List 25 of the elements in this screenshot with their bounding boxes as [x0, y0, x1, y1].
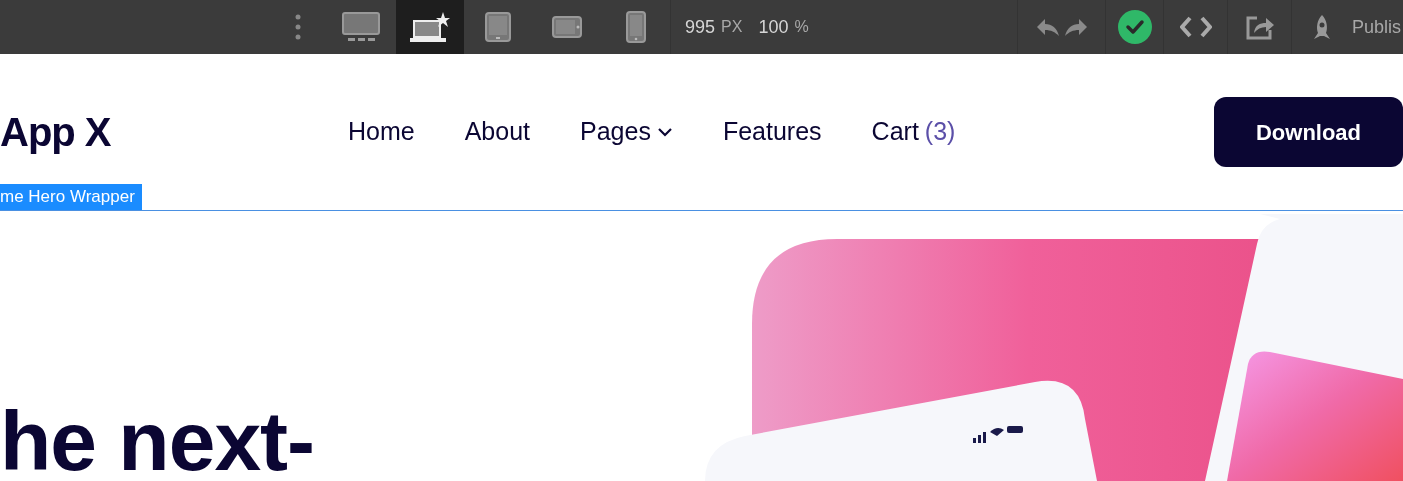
phone-icon: [626, 11, 646, 43]
nav-link[interactable]: Features: [722, 113, 822, 151]
redo-icon[interactable]: [1063, 17, 1088, 37]
undo-icon[interactable]: [1035, 17, 1060, 37]
logo-text[interactable]: App X: [0, 102, 348, 162]
export-icon[interactable]: [1244, 14, 1275, 40]
download-button[interactable]: Download: [1214, 97, 1403, 167]
tablet-icon: [485, 12, 511, 42]
zoom-unit: %: [794, 17, 809, 37]
width-value: 995: [685, 15, 716, 39]
publish-label[interactable]: Publis: [1352, 13, 1402, 41]
selection-label: me Hero Wrapper: [0, 184, 142, 210]
zoom-value: 100: [758, 15, 789, 39]
width-unit: PX: [721, 17, 743, 37]
code-icon[interactable]: [1179, 16, 1212, 38]
tablet-landscape-icon: [552, 16, 582, 38]
desktop-icon: [342, 12, 380, 42]
nav-link[interactable]: Pages: [580, 113, 673, 151]
nav-link[interactable]: Cart (3): [871, 113, 956, 151]
nav-link[interactable]: About: [464, 113, 531, 151]
hero-heading: he next-: [0, 399, 315, 481]
nav-link[interactable]: Home: [348, 113, 415, 151]
laptop-star-icon: [410, 11, 450, 43]
more-icon[interactable]: [295, 14, 301, 40]
device-button[interactable]: [396, 0, 464, 54]
